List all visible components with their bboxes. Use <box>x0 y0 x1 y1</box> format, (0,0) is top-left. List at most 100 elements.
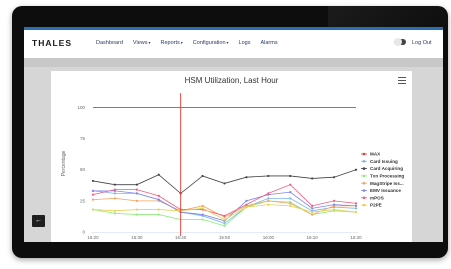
hamburger-menu-icon[interactable] <box>398 77 406 85</box>
data-point <box>201 207 204 210</box>
x-tick-label: 16:00 <box>263 235 275 240</box>
chevron-down-icon: ▾ <box>226 40 229 45</box>
menu-dashboard[interactable]: Dashboard <box>96 40 123 46</box>
data-point <box>332 203 336 206</box>
y-tick-label: 25 <box>80 198 86 203</box>
navbar: THALES Dashboard Views▾ Reports▾ Configu… <box>24 30 443 58</box>
legend-item-label: Card Acquiring <box>370 166 403 171</box>
legend-marker <box>362 189 366 192</box>
menu-logs[interactable]: Logs <box>239 40 251 46</box>
data-point <box>201 174 204 178</box>
legend-item-label: P2PE <box>370 203 382 208</box>
data-point <box>311 213 314 216</box>
data-point <box>311 207 314 210</box>
legend-item-label: MAX <box>370 152 381 157</box>
data-point <box>332 208 336 211</box>
data-point <box>245 203 248 206</box>
legend-item-label: Txn Processing <box>370 174 404 179</box>
legend-item-label: EMV Issuance <box>370 188 401 193</box>
data-point <box>91 193 95 196</box>
data-point <box>311 177 314 180</box>
data-point <box>113 188 117 191</box>
arrow-left-icon: ← <box>35 217 42 224</box>
data-point <box>113 212 117 215</box>
data-point <box>157 194 160 197</box>
legend-marker <box>362 160 366 163</box>
data-point <box>267 192 270 195</box>
data-point <box>223 218 226 221</box>
data-point <box>354 210 358 214</box>
data-point <box>332 199 336 202</box>
app-screen: THALES Dashboard Views▾ Reports▾ Configu… <box>24 27 443 242</box>
data-point <box>113 183 117 186</box>
legend-marker <box>362 167 366 170</box>
menu-alarms[interactable]: Alarms <box>260 40 277 46</box>
legend-item-label: Card Issuing <box>370 159 398 164</box>
legend-item-label: MagStripe Iss... <box>370 181 404 186</box>
data-point <box>157 208 160 211</box>
data-point <box>157 213 160 216</box>
logout-link[interactable]: Log Out <box>412 40 432 46</box>
y-tick-label: 0 <box>82 230 85 235</box>
data-point <box>289 191 292 194</box>
data-point <box>91 179 95 183</box>
hsm-utilization-chart: 0255075100Percentage15:20 15:30 15:40 15:50… <box>61 93 404 240</box>
y-tick-label: 100 <box>77 105 85 110</box>
chevron-down-icon: ▾ <box>180 40 183 45</box>
data-point <box>267 174 270 178</box>
data-point <box>289 174 292 178</box>
data-point <box>354 207 358 210</box>
chart-card: 0 25 50 75 100 Percentage 15:20 15:30 15:40 15:50… <box>51 71 412 242</box>
data-point <box>267 203 270 206</box>
menu-views[interactable]: Views▾ <box>133 40 151 46</box>
legend-marker <box>362 152 366 156</box>
data-point <box>201 218 204 221</box>
data-point <box>354 202 358 205</box>
data-point <box>354 204 358 207</box>
data-point <box>267 199 270 202</box>
data-point <box>113 197 117 200</box>
data-point <box>135 192 138 195</box>
data-point <box>223 222 226 225</box>
back-button[interactable]: ← <box>32 215 45 227</box>
data-point <box>332 176 336 179</box>
y-tick-label: 50 <box>80 167 86 172</box>
legend-marker <box>362 196 366 200</box>
data-point <box>223 182 226 185</box>
data-point <box>91 189 95 192</box>
series-line <box>92 190 357 224</box>
data-point <box>354 168 358 171</box>
data-point <box>135 183 138 186</box>
data-point <box>157 198 160 201</box>
brand-logo: THALES <box>32 38 72 48</box>
data-point <box>267 197 270 200</box>
data-point <box>289 197 292 200</box>
legend-item-label: mPOS <box>370 195 384 200</box>
data-point <box>135 199 138 202</box>
data-point <box>91 198 95 201</box>
data-point <box>223 214 226 217</box>
menu-configuration[interactable]: Configuration▾ <box>193 40 229 46</box>
data-point <box>113 209 117 212</box>
sub-header-bar <box>24 58 443 67</box>
data-point <box>91 208 95 211</box>
data-point <box>289 204 292 207</box>
legend-marker <box>362 174 366 178</box>
data-point <box>157 173 160 176</box>
data-point <box>311 210 314 214</box>
data-point <box>289 183 292 186</box>
series-card-acquiring <box>91 168 358 195</box>
menu-reports[interactable]: Reports▾ <box>161 40 183 46</box>
theme-toggle[interactable] <box>394 38 406 46</box>
x-tick-label: 16:10 <box>307 235 319 240</box>
data-point <box>245 176 248 179</box>
chart-title: HSM Utilization, Last Hour <box>184 76 279 85</box>
data-point <box>223 224 226 227</box>
data-point <box>201 204 204 207</box>
main-menu: Dashboard Views▾ Reports▾ Configuration▾… <box>96 40 278 46</box>
data-point <box>245 205 248 209</box>
x-tick-label: 15:30 <box>131 235 143 240</box>
x-tick-label: 15:20 <box>87 235 99 240</box>
chevron-down-icon: ▾ <box>148 40 151 45</box>
y-axis-label: Percentage <box>61 150 67 176</box>
